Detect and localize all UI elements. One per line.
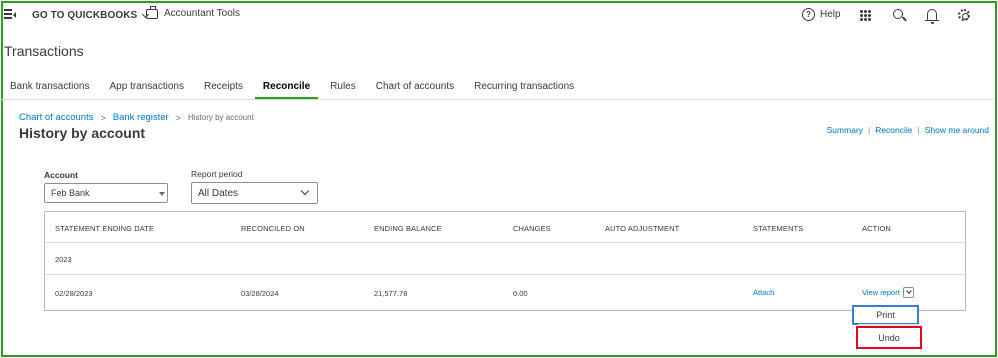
search-icon[interactable] [893, 9, 903, 19]
help-label: Help [820, 9, 841, 20]
breadcrumb-current: History by account [187, 113, 254, 122]
menu-item-undo[interactable]: Undo [856, 326, 922, 349]
cell-ending-balance: 21,577.78 [374, 289, 408, 298]
link-separator: | [867, 125, 871, 135]
col-header-statements[interactable]: STATEMENTS [753, 224, 803, 233]
breadcrumb: Chart of accounts > Bank register > Hist… [19, 112, 254, 123]
col-header-statement-ending-date[interactable]: STATEMENT ENDING DATE [55, 224, 154, 233]
goto-quickbooks-button[interactable]: GO TO QUICKBOOKS [32, 10, 150, 21]
settings-gear-icon[interactable] [958, 9, 970, 21]
tab-app-transactions[interactable]: App transactions [100, 78, 195, 100]
tab-chart-of-accounts[interactable]: Chart of accounts [366, 78, 464, 100]
caret-down-icon [159, 192, 165, 196]
help-icon: ? [802, 8, 815, 21]
account-select[interactable]: Feb Bank [44, 183, 168, 203]
account-label: Account [44, 170, 78, 180]
menu-collapse-icon[interactable] [4, 9, 16, 21]
attach-statement-link[interactable]: Attach [753, 288, 774, 297]
col-header-reconciled-on[interactable]: RECONCILED ON [241, 224, 305, 233]
page-heading: History by account [19, 125, 146, 141]
col-header-action: ACTION [862, 224, 891, 233]
col-header-ending-balance[interactable]: ENDING BALANCE [374, 224, 442, 233]
tab-divider [0, 99, 994, 100]
col-header-changes[interactable]: CHANGES [513, 224, 551, 233]
tab-rules[interactable]: Rules [320, 78, 366, 100]
cell-changes: 0.00 [513, 289, 528, 298]
tab-recurring-transactions[interactable]: Recurring transactions [464, 78, 584, 100]
table-divider [45, 242, 965, 243]
help-button[interactable]: ? Help [802, 8, 841, 21]
view-report-link[interactable]: View report [862, 288, 900, 297]
account-select-value: Feb Bank [51, 188, 90, 198]
apps-grid-icon[interactable] [860, 10, 871, 21]
show-me-around-link[interactable]: Show me around [925, 125, 989, 135]
report-period-select[interactable]: All Dates [191, 182, 318, 204]
menu-item-print[interactable]: Print [852, 305, 919, 325]
notifications-bell-icon[interactable] [925, 9, 939, 24]
cell-statement-ending-date: 02/28/2023 [55, 289, 93, 298]
chevron-down-icon [300, 186, 310, 196]
briefcase-icon [146, 5, 158, 19]
tab-reconcile[interactable]: Reconcile [253, 78, 320, 100]
tab-bar: Bank transactions App transactions Recei… [0, 78, 584, 100]
link-separator: | [917, 125, 920, 135]
table-divider [45, 274, 965, 275]
breadcrumb-bank-register[interactable]: Bank register [113, 112, 169, 123]
report-period-value: All Dates [198, 187, 239, 199]
cell-reconciled-on: 03/28/2024 [241, 289, 279, 298]
goto-quickbooks-label: GO TO QUICKBOOKS [32, 10, 138, 21]
tab-receipts[interactable]: Receipts [194, 78, 253, 100]
quick-links: Summary | Reconcile | Show me around [827, 125, 989, 135]
accountant-tools-label: Accountant Tools [164, 8, 240, 19]
summary-link[interactable]: Summary [827, 125, 863, 135]
tab-bank-transactions[interactable]: Bank transactions [0, 78, 100, 100]
top-bar: GO TO QUICKBOOKS Accountant Tools ? Help [0, 0, 994, 34]
breadcrumb-separator: > [100, 112, 106, 123]
page-title: Transactions [4, 43, 84, 59]
col-header-auto-adjustment[interactable]: AUTO ADJUSTMENT [605, 224, 679, 233]
chevron-down-icon [905, 288, 912, 294]
action-dropdown-button[interactable] [902, 287, 914, 298]
breadcrumb-separator: > [175, 112, 181, 123]
breadcrumb-chart-of-accounts[interactable]: Chart of accounts [19, 112, 93, 123]
reconcile-link[interactable]: Reconcile [875, 125, 912, 135]
accountant-tools-button[interactable]: Accountant Tools [146, 5, 240, 19]
action-cell: View report [862, 287, 914, 298]
reconcile-history-table: STATEMENT ENDING DATE RECONCILED ON ENDI… [44, 211, 966, 311]
report-period-label: Report period [191, 169, 243, 179]
group-row-year: 2023 [55, 255, 72, 264]
